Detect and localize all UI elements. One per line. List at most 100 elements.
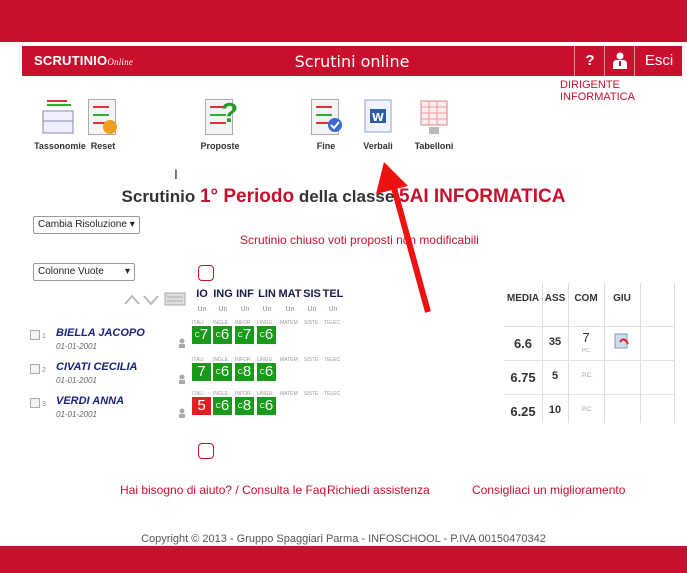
toolbar-fine[interactable]: Fine xyxy=(296,97,356,151)
exit-button[interactable]: Esci xyxy=(634,46,683,76)
grade-cell[interactable]: C6 xyxy=(257,326,276,344)
grade-cell[interactable]: C6 xyxy=(257,397,276,415)
colonne-select[interactable]: Colonne Vuote ▾ xyxy=(33,263,135,281)
com-sub[interactable]: P.C. xyxy=(582,373,593,379)
student-name[interactable]: BIELLA JACOPO xyxy=(56,327,145,339)
toolbar-label: Proposte xyxy=(200,141,240,151)
grade-cell[interactable]: C7 xyxy=(192,326,211,344)
improve-link[interactable]: Consigliaci un miglioramento xyxy=(472,483,625,497)
col-header-sis[interactable]: SIS xyxy=(302,288,322,300)
subject-tag: TELEC xyxy=(324,391,341,397)
user-icon xyxy=(179,374,185,384)
toggle-top-button[interactable] xyxy=(198,265,214,281)
com-sub[interactable]: P.C. xyxy=(582,407,593,413)
col-sub: Un xyxy=(197,306,207,313)
row-index: 1 xyxy=(42,333,46,340)
divider xyxy=(674,283,675,423)
col-sub: Un xyxy=(307,306,317,313)
col-header-tel[interactable]: TEL xyxy=(322,288,344,300)
subject-tag: MATEM xyxy=(280,391,298,397)
subject-tag: TELEC xyxy=(324,320,341,326)
col-sub: Un xyxy=(328,306,338,313)
grade-cell[interactable]: C8 xyxy=(235,397,254,415)
grade-cell[interactable]: C6 xyxy=(213,397,232,415)
toolbar-label: Fine xyxy=(316,141,336,151)
toolbar-reset[interactable]: Reset xyxy=(73,97,133,151)
col-header-inf[interactable]: INF xyxy=(234,288,256,300)
toolbar-label: Tabelloni xyxy=(414,141,454,151)
reset-icon xyxy=(84,97,122,137)
help-button[interactable]: ? xyxy=(574,46,605,76)
student-name[interactable]: CIVATI CECILIA xyxy=(56,361,137,373)
subject-tag: MATEM xyxy=(280,357,298,363)
col-header-ass: ASS xyxy=(544,293,566,304)
subject-tag: SISTE xyxy=(304,391,319,397)
toolbar-proposte[interactable]: ? Proposte xyxy=(190,97,250,151)
divider xyxy=(542,283,543,423)
media-value: 6.25 xyxy=(510,404,536,419)
com-sub: P.C. xyxy=(582,348,592,354)
subject-tag: SISTE xyxy=(304,320,319,326)
row-checkbox[interactable] xyxy=(30,364,40,374)
user-role: DIRIGENTE INFORMATICA xyxy=(560,79,635,103)
help-faq-link[interactable]: Hai bisogno di aiuto? / Consulta le Faq xyxy=(120,483,326,497)
divider xyxy=(504,394,675,395)
media-value: 6.6 xyxy=(513,336,533,351)
toggle-bottom-button[interactable] xyxy=(198,443,214,459)
divider xyxy=(568,283,569,423)
copyright: Copyright © 2013 - Gruppo Spaggiari Parm… xyxy=(141,533,546,545)
app-header: SCRUTINIOOnline Scrutini online ? Esci xyxy=(22,46,682,76)
user-button[interactable] xyxy=(604,46,635,76)
stats-table: MEDIA ASS COM GIU 6.6 35 7 P.C. 6.75 5 P… xyxy=(504,283,675,423)
col-header-giu: GIU xyxy=(613,293,631,304)
divider xyxy=(640,283,641,423)
divider xyxy=(504,360,675,361)
grade-cell[interactable]: C6 xyxy=(213,326,232,344)
grade-cell[interactable]: 5 xyxy=(192,397,211,415)
col-sub: Un xyxy=(240,306,250,313)
col-header-mat[interactable]: MAT xyxy=(278,288,302,300)
com-value[interactable]: 7 xyxy=(568,330,604,345)
divider xyxy=(504,326,675,327)
grade-cell[interactable]: C6 xyxy=(257,363,276,381)
user-icon xyxy=(179,338,185,348)
toolbar-verbali[interactable]: W Verbali xyxy=(348,97,408,151)
annotation-arrow-icon xyxy=(376,162,431,313)
toolbar-tabelloni[interactable]: Tabelloni xyxy=(404,97,464,151)
svg-text:W: W xyxy=(372,111,384,124)
grade-cell[interactable]: C8 xyxy=(235,363,254,381)
col-header-io[interactable]: IO xyxy=(192,288,212,300)
media-value: 6.75 xyxy=(510,370,536,385)
row-checkbox[interactable] xyxy=(30,330,40,340)
ass-value: 35 xyxy=(548,336,562,348)
student-name[interactable]: VERDI ANNA xyxy=(56,395,124,407)
assistance-link[interactable]: Richiedi assistenza xyxy=(327,483,430,497)
student-dob: 01-01-2001 xyxy=(56,376,97,385)
risoluzione-select[interactable]: Cambia Risoluzione ▾ xyxy=(33,216,140,234)
ass-value: 5 xyxy=(551,370,559,382)
row-index: 2 xyxy=(42,367,46,374)
page-title: Scrutinio 1° Periodo della classe 5AI IN… xyxy=(121,186,566,207)
fine-icon xyxy=(307,97,345,137)
subject-tag: MATEM xyxy=(280,320,298,326)
user-icon xyxy=(613,52,627,69)
subject-tag: TELEC xyxy=(324,357,341,363)
col-header-lin[interactable]: LIN xyxy=(256,288,278,300)
sort-chevrons-icon[interactable] xyxy=(123,292,163,308)
tabelloni-icon xyxy=(415,97,453,137)
row-index: 3 xyxy=(42,401,46,408)
grade-cell[interactable]: C6 xyxy=(213,363,232,381)
status-message: Scrutinio chiuso voti proposti non modif… xyxy=(240,233,479,247)
col-header-ing[interactable]: ING xyxy=(212,288,234,300)
col-header-com: COM xyxy=(574,293,598,304)
ass-value: 10 xyxy=(548,404,562,416)
keyboard-icon[interactable] xyxy=(164,290,186,306)
row-checkbox[interactable] xyxy=(30,398,40,408)
col-sub: Un xyxy=(262,306,272,313)
grade-cell[interactable]: 7 xyxy=(192,363,211,381)
giudizio-icon[interactable] xyxy=(614,332,630,350)
grade-cell[interactable]: C7 xyxy=(235,326,254,344)
col-sub: Un xyxy=(285,306,295,313)
toolbar-label: Reset xyxy=(90,141,116,151)
verbali-icon: W xyxy=(359,97,397,137)
